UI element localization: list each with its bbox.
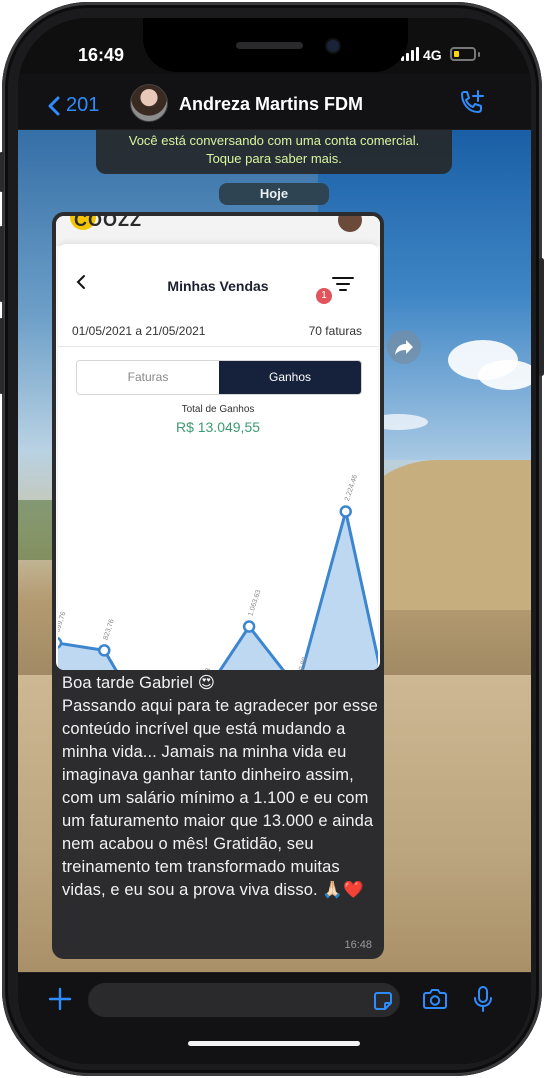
battery-tip: [478, 52, 480, 57]
front-camera: [327, 40, 339, 52]
back-count: 201: [66, 94, 100, 116]
notch: [143, 18, 408, 72]
speaker: [236, 42, 303, 49]
battery-icon: [450, 47, 476, 61]
message-input[interactable]: [88, 983, 400, 1017]
notice-line-1: Você está conversando com uma conta come…: [128, 133, 420, 148]
volume-down-button: [0, 318, 4, 394]
mute-switch: [0, 152, 4, 192]
message-text: Boa tarde Gabriel 😍 Passando aqui para te…: [62, 674, 378, 899]
chart-point: [58, 636, 63, 649]
chart-data-label: 823,76: [103, 618, 116, 641]
phone-plus-icon[interactable]: [458, 90, 486, 121]
app-avatar: [338, 216, 362, 232]
status-time: 16:49: [78, 45, 125, 65]
app-logo: COOZZ: [74, 216, 142, 230]
date-separator: Hoje: [219, 183, 329, 205]
share-forward-icon[interactable]: [387, 330, 421, 364]
camera-icon[interactable]: [421, 987, 449, 1016]
contact-name[interactable]: Andreza Martins FDM: [179, 94, 363, 115]
chart-data-label: 899,76: [58, 611, 68, 634]
chart-point: [98, 644, 111, 657]
business-account-notice[interactable]: Você está conversando com uma conta come…: [96, 130, 452, 174]
chart-data-label: 1.063,63: [247, 589, 262, 617]
screen: 16:49 4G 201 Andreza Martins FDM Você es…: [18, 18, 531, 1064]
chat-header: 201 Andreza Martins FDM: [18, 74, 531, 130]
chevron-left-icon: [48, 96, 60, 115]
chart-data-label: 2.224,46: [344, 474, 359, 502]
earnings-chart: 899,76823,76329,881.063,63439,882.224,46: [58, 474, 378, 670]
microphone-icon[interactable]: [473, 985, 493, 1018]
sales-card: Minhas Vendas 1 01/05/2021 a 21/05/2021 …: [58, 244, 378, 670]
power-button: [539, 258, 544, 376]
plus-icon[interactable]: [48, 987, 72, 1016]
phone-frame: 16:49 4G 201 Andreza Martins FDM Você es…: [0, 2, 544, 1076]
chart-point: [339, 505, 352, 518]
sticker-icon[interactable]: [372, 990, 394, 1017]
volume-up-button: [0, 226, 4, 302]
home-indicator: [188, 1041, 360, 1046]
image-app-topbar: COOZZ: [56, 216, 380, 246]
network-type: 4G: [423, 47, 442, 63]
avatar[interactable]: [130, 84, 168, 122]
back-button[interactable]: 201: [48, 94, 99, 117]
shared-image[interactable]: COOZZ Minhas Vendas 1 01/05/2021 a 21/05…: [56, 216, 380, 670]
chart-point: [242, 620, 256, 633]
chart-data-label: 329,88: [199, 667, 212, 670]
notice-line-2: Toque para saber mais.: [206, 151, 342, 166]
message-time: 16:48: [344, 939, 372, 951]
composer-bar: [18, 972, 531, 1064]
message-bubble[interactable]: COOZZ Minhas Vendas 1 01/05/2021 a 21/05…: [52, 212, 384, 959]
